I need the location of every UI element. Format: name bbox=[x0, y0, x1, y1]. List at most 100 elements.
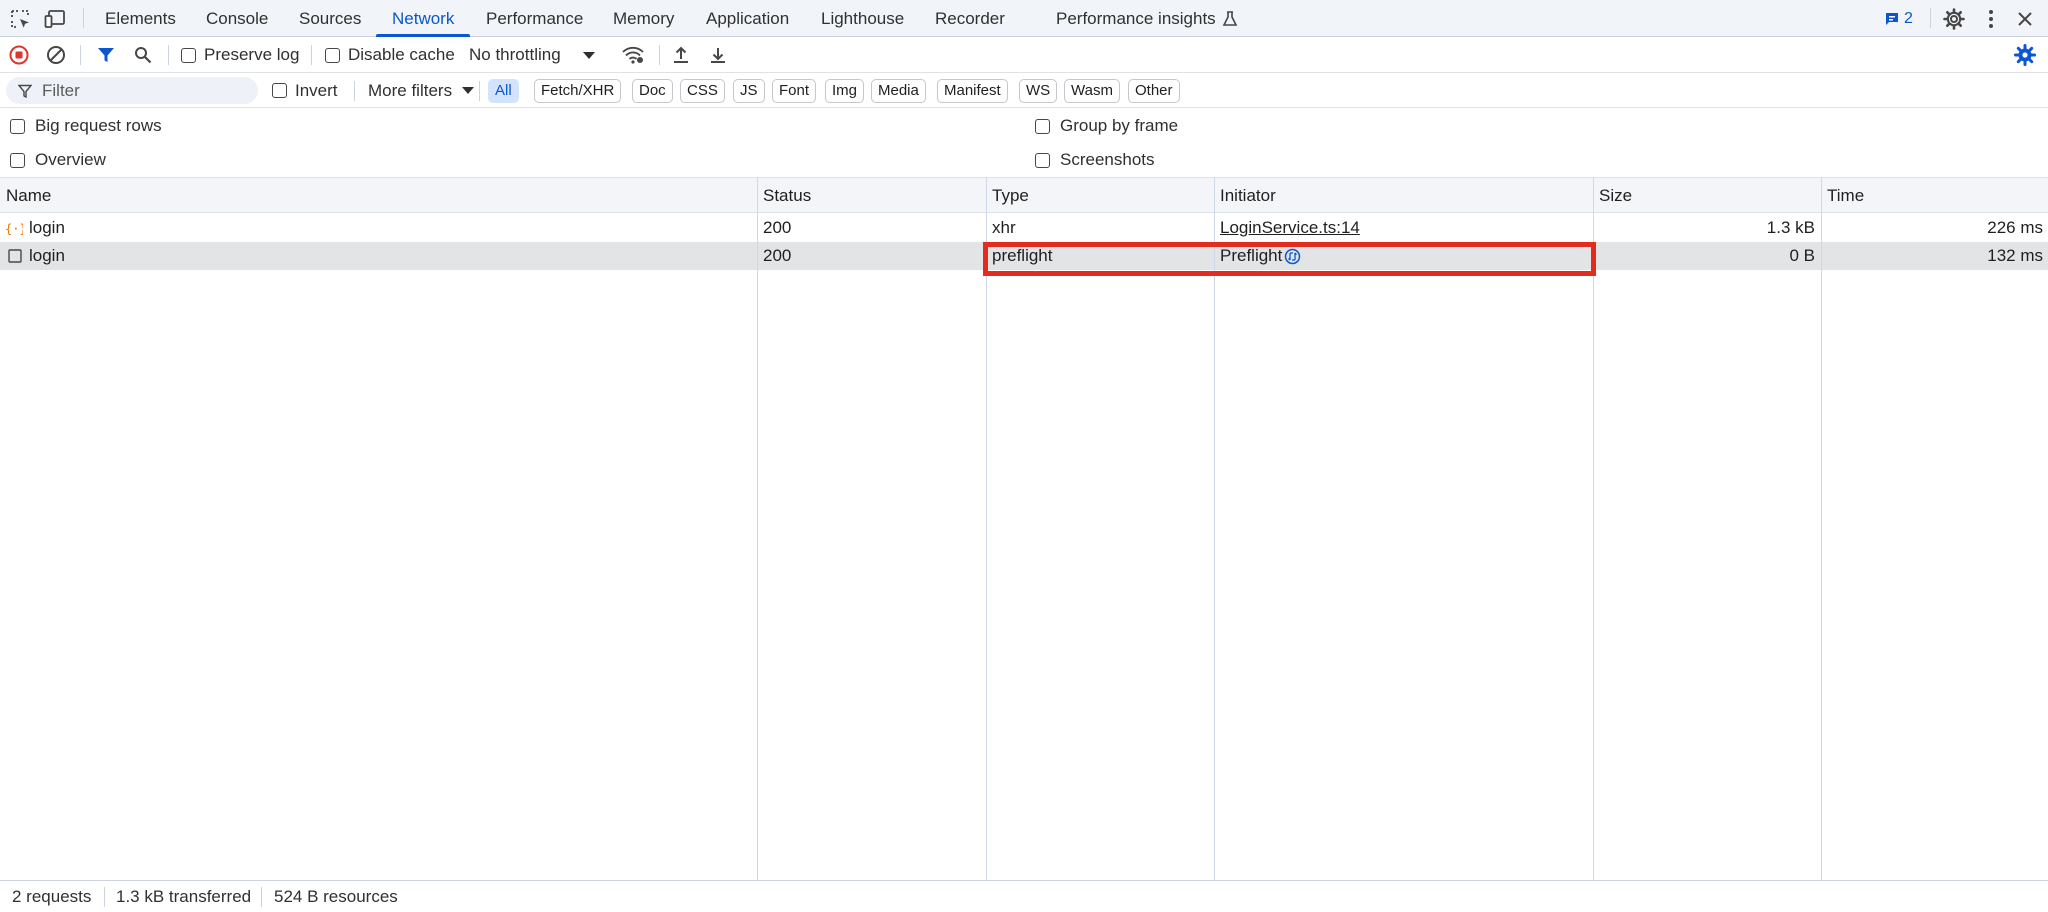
group-by-frame-box[interactable] bbox=[1035, 118, 1050, 134]
requests-table-header: Name Status Type Initiator Size Time bbox=[0, 178, 2048, 213]
type-filter-fetch-xhr[interactable]: Fetch/XHR bbox=[534, 79, 622, 103]
chevron-down-icon bbox=[462, 87, 475, 94]
group-by-frame-checkbox[interactable]: Group by frame bbox=[1035, 116, 1178, 136]
transferred-size: 1.3 kB transferred bbox=[116, 887, 252, 906]
inspect-element-icon[interactable] bbox=[8, 7, 32, 31]
column-divider[interactable] bbox=[1821, 178, 1822, 880]
divider bbox=[311, 45, 312, 65]
divider bbox=[261, 887, 262, 907]
type-filter-doc[interactable]: Doc bbox=[632, 79, 673, 103]
request-name: login bbox=[29, 218, 65, 237]
filter-input[interactable]: Filter bbox=[6, 77, 258, 104]
invert-checkbox[interactable]: Invert bbox=[272, 73, 338, 108]
divider bbox=[1930, 8, 1931, 28]
tab-performance-insights[interactable]: Performance insights bbox=[1056, 0, 1238, 37]
divider bbox=[354, 81, 355, 101]
type-filter-other[interactable]: Other bbox=[1128, 79, 1180, 103]
device-toolbar-icon[interactable] bbox=[44, 7, 68, 31]
request-name: login bbox=[29, 246, 65, 265]
big-request-rows-box[interactable] bbox=[10, 118, 25, 134]
disable-cache-label: Disable cache bbox=[348, 45, 455, 64]
type-filter-media[interactable]: Media bbox=[871, 79, 926, 103]
column-divider[interactable] bbox=[757, 178, 758, 880]
issues-counter[interactable]: 2 bbox=[1884, 7, 1913, 31]
throttling-select[interactable]: No throttling bbox=[469, 37, 599, 73]
tab-performance[interactable]: Performance bbox=[486, 0, 583, 37]
request-status: 200 bbox=[763, 246, 792, 265]
filter-bar: Filter Invert More filters All Fetch/XHR… bbox=[0, 73, 2048, 108]
network-conditions-icon[interactable] bbox=[621, 43, 645, 67]
request-size: 0 B bbox=[1789, 246, 1815, 265]
type-filter-css[interactable]: CSS bbox=[680, 79, 725, 103]
tab-memory[interactable]: Memory bbox=[613, 0, 674, 37]
filter-funnel-icon[interactable] bbox=[94, 43, 118, 67]
column-divider[interactable] bbox=[1593, 178, 1594, 880]
issues-count: 2 bbox=[1904, 10, 1913, 27]
type-filter-ws[interactable]: WS bbox=[1019, 79, 1058, 103]
big-request-rows-checkbox[interactable]: Big request rows bbox=[10, 116, 162, 136]
screenshots-label: Screenshots bbox=[1060, 150, 1155, 169]
tab-application[interactable]: Application bbox=[706, 0, 789, 37]
overview-box[interactable] bbox=[10, 152, 25, 168]
import-har-icon[interactable] bbox=[669, 43, 693, 67]
type-filter-js[interactable]: JS bbox=[733, 79, 765, 103]
request-type: xhr bbox=[992, 218, 1016, 237]
table-row[interactable]: {·} login 200 xhr LoginService.ts:14 1.3… bbox=[0, 214, 2048, 242]
divider bbox=[479, 81, 480, 101]
filter-icon bbox=[18, 84, 32, 98]
type-filter-font[interactable]: Font bbox=[772, 79, 817, 103]
search-icon[interactable] bbox=[131, 43, 155, 67]
column-header-size[interactable]: Size bbox=[1593, 178, 1632, 213]
disable-cache-checkbox[interactable]: Disable cache bbox=[325, 37, 455, 73]
preserve-log-checkbox[interactable]: Preserve log bbox=[181, 37, 299, 73]
tab-sources[interactable]: Sources bbox=[299, 0, 361, 37]
stop-recording-icon[interactable] bbox=[7, 43, 31, 67]
column-header-initiator[interactable]: Initiator bbox=[1214, 178, 1276, 213]
request-time: 132 ms bbox=[1987, 246, 2043, 265]
request-time: 226 ms bbox=[1987, 218, 2043, 237]
overview-checkbox[interactable]: Overview bbox=[10, 150, 106, 170]
chevron-down-icon bbox=[583, 52, 595, 59]
invert-label: Invert bbox=[295, 80, 338, 100]
tab-lighthouse[interactable]: Lighthouse bbox=[821, 0, 904, 37]
xhr-icon: {·} bbox=[5, 214, 23, 242]
tab-elements[interactable]: Elements bbox=[105, 0, 176, 37]
tab-network[interactable]: Network bbox=[392, 0, 454, 37]
invert-box[interactable] bbox=[272, 83, 287, 98]
more-filters-dropdown[interactable]: More filters bbox=[368, 73, 475, 108]
requests-count: 2 requests bbox=[12, 887, 92, 906]
clear-icon[interactable] bbox=[44, 43, 68, 67]
type-filter-img[interactable]: Img bbox=[825, 79, 865, 103]
disable-cache-box[interactable] bbox=[325, 47, 340, 63]
overview-label: Overview bbox=[35, 150, 106, 169]
request-status: 200 bbox=[763, 218, 792, 237]
more-options-icon[interactable] bbox=[1979, 7, 2003, 31]
type-filter-wasm[interactable]: Wasm bbox=[1064, 79, 1120, 103]
column-header-status[interactable]: Status bbox=[757, 178, 811, 213]
export-har-icon[interactable] bbox=[706, 43, 730, 67]
screenshots-checkbox[interactable]: Screenshots bbox=[1035, 150, 1155, 170]
screenshots-box[interactable] bbox=[1035, 152, 1050, 168]
column-header-name[interactable]: Name bbox=[0, 178, 51, 213]
type-filter-manifest[interactable]: Manifest bbox=[937, 79, 1008, 103]
tab-console[interactable]: Console bbox=[206, 0, 268, 37]
column-header-type[interactable]: Type bbox=[986, 178, 1029, 213]
divider bbox=[80, 45, 81, 65]
resources-size: 524 B resources bbox=[274, 887, 398, 906]
type-filter-all[interactable]: All bbox=[488, 79, 519, 103]
network-settings-gear-icon[interactable] bbox=[2013, 43, 2037, 67]
initiator-link[interactable]: LoginService.ts:14 bbox=[1220, 214, 1360, 242]
settings-gear-icon[interactable] bbox=[1942, 7, 1966, 31]
tab-recorder[interactable]: Recorder bbox=[935, 0, 1005, 37]
preserve-log-box[interactable] bbox=[181, 47, 196, 63]
close-icon[interactable] bbox=[2013, 7, 2037, 31]
divider bbox=[659, 45, 660, 65]
column-divider[interactable] bbox=[986, 178, 987, 880]
column-header-time[interactable]: Time bbox=[1821, 178, 1864, 213]
flask-icon bbox=[1222, 10, 1237, 26]
more-filters-label: More filters bbox=[368, 80, 453, 100]
network-settings-pane: Big request rows Overview Group by frame… bbox=[0, 108, 2048, 178]
network-status-bar: 2 requests 1.3 kB transferred 524 B reso… bbox=[0, 880, 2048, 912]
preserve-log-label: Preserve log bbox=[204, 45, 300, 64]
column-divider[interactable] bbox=[1214, 178, 1215, 880]
